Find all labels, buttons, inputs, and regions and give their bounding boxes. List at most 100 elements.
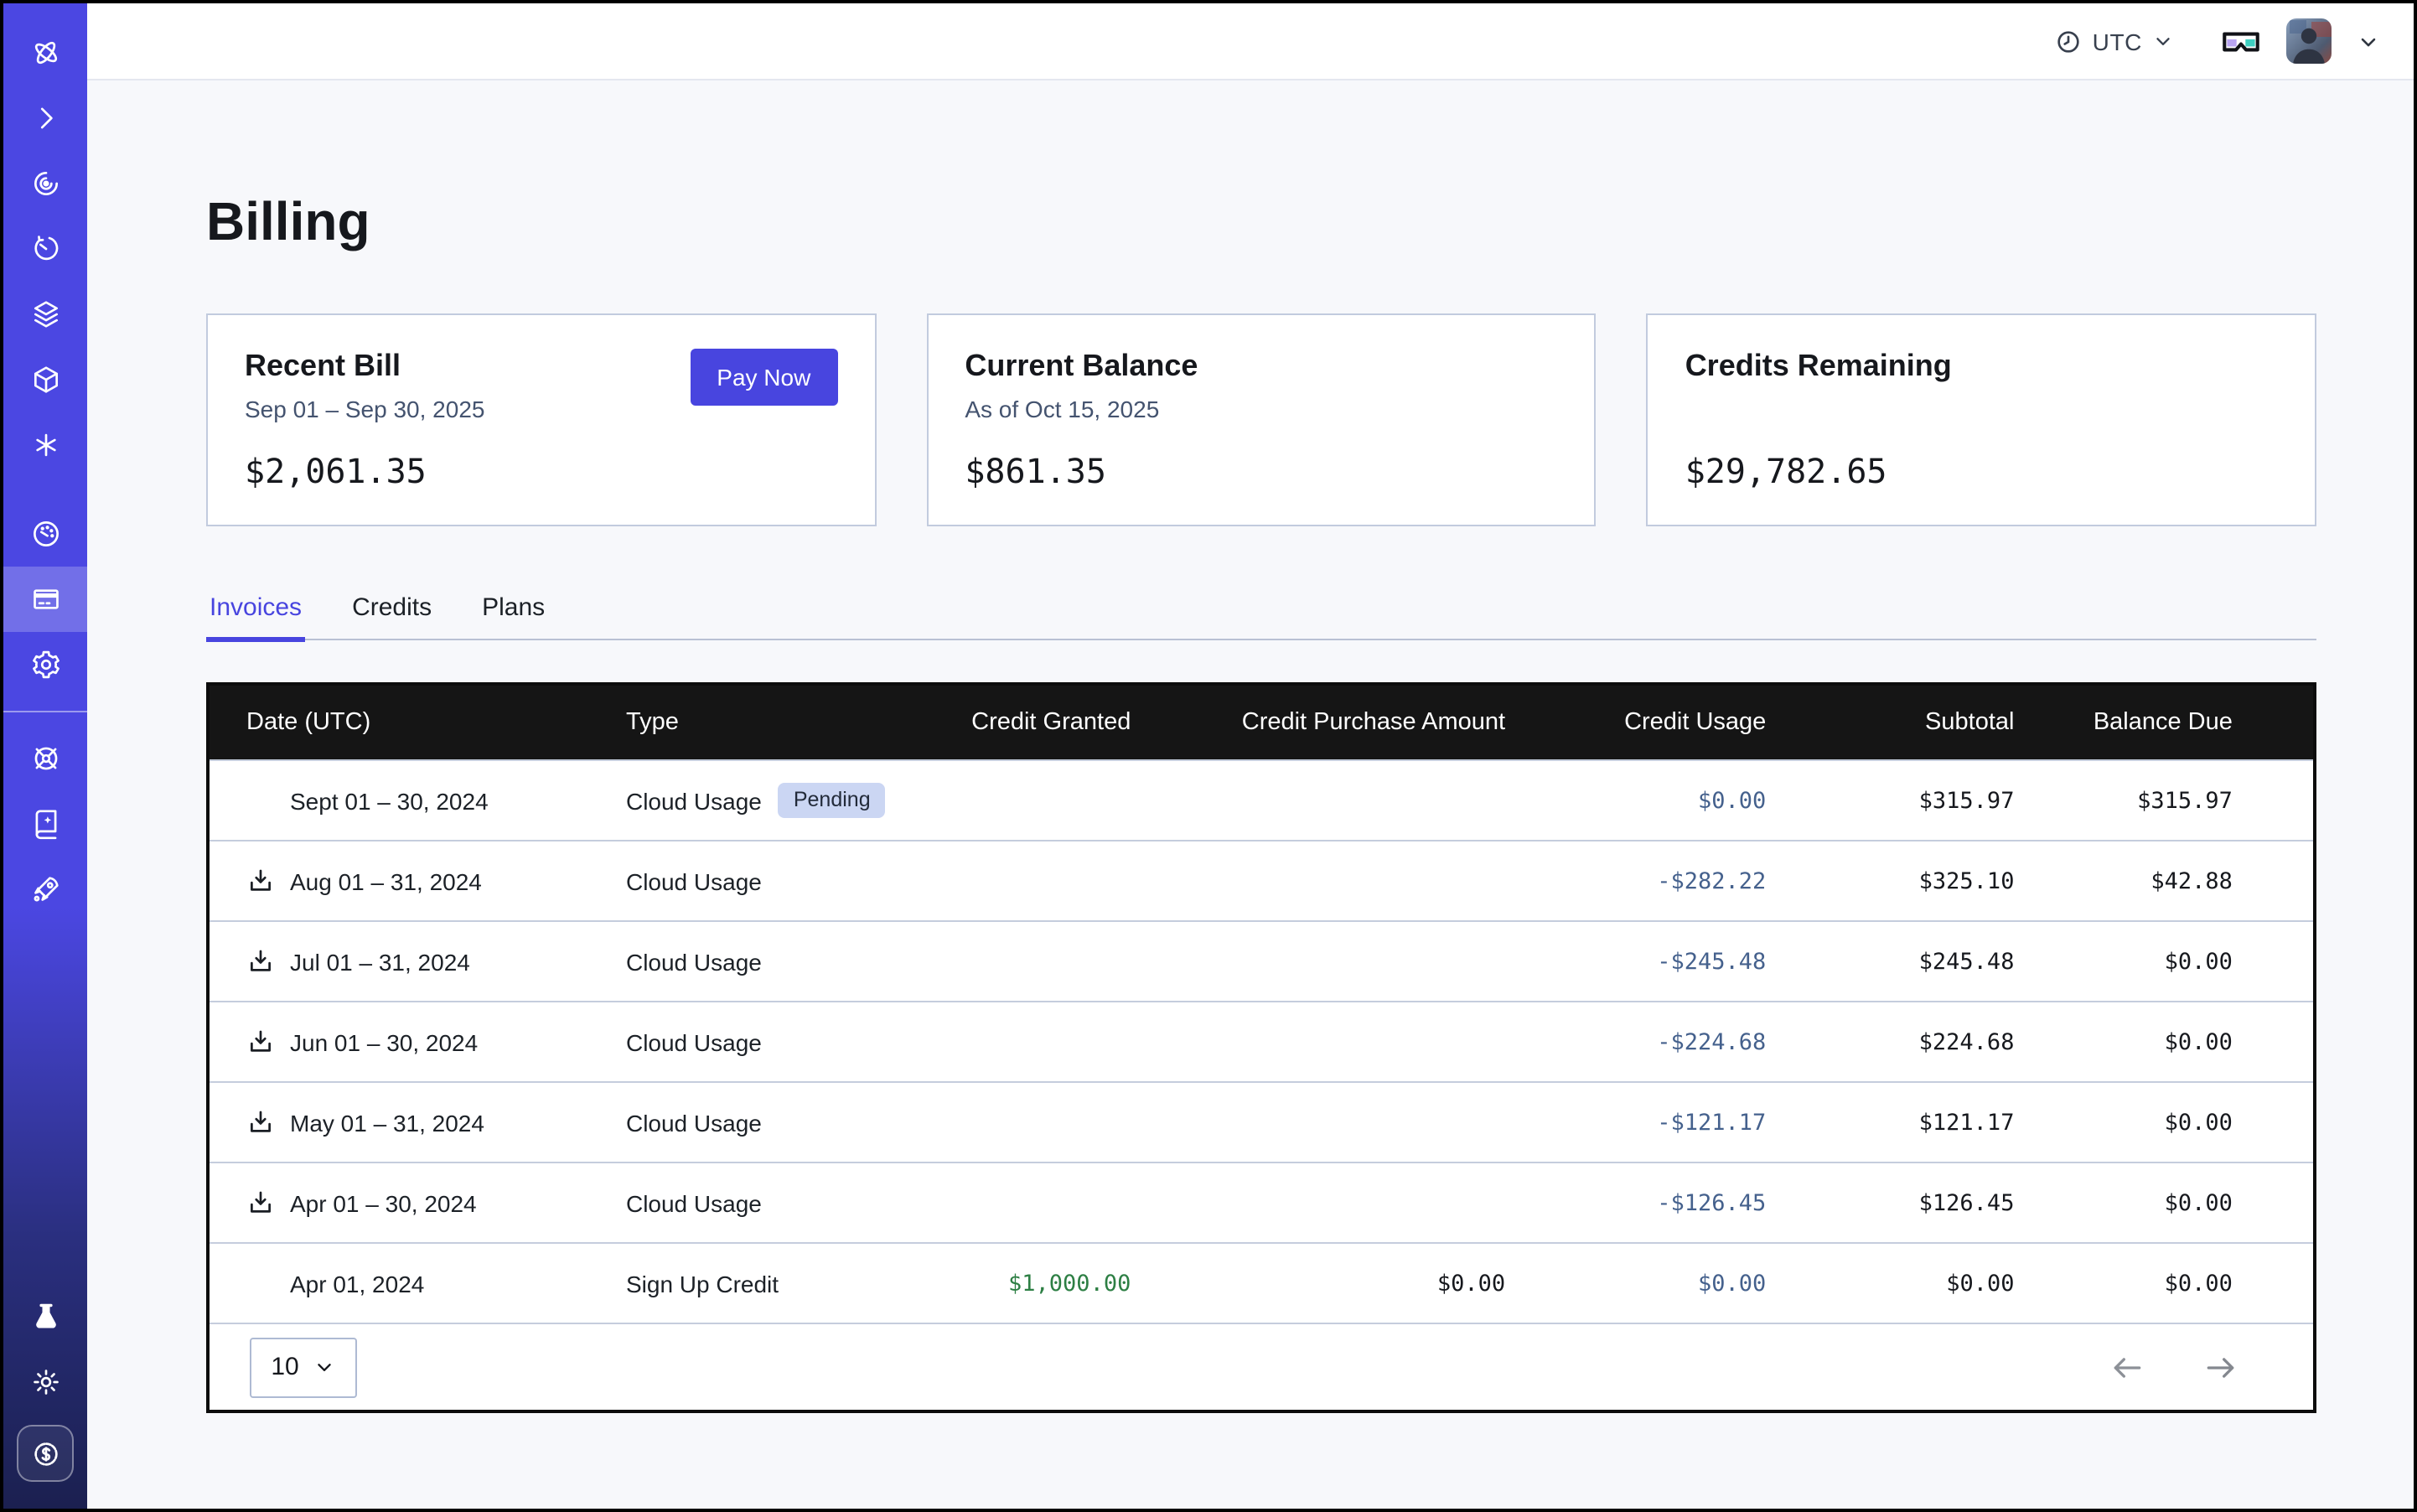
billing-tabs: Invoices Credits Plans xyxy=(206,593,2316,640)
table-row: Apr 01 – 30, 2024Cloud Usage-$126.45$126… xyxy=(210,1162,2313,1242)
sidebar-gap xyxy=(3,478,87,501)
sidebar-group xyxy=(3,726,87,922)
flask-icon xyxy=(29,1301,61,1333)
invoice-date: Jul 01 – 31, 2024 xyxy=(290,948,470,975)
sidebar-item-orbit-logo[interactable] xyxy=(3,20,87,85)
balance-due-value: $42.88 xyxy=(2014,867,2312,894)
dollar-badge-icon xyxy=(29,1437,61,1469)
sidebar-item-helm[interactable] xyxy=(3,726,87,791)
sidebar-item-flask[interactable] xyxy=(3,1284,87,1349)
timezone-label: UTC xyxy=(2093,28,2142,54)
sidebar xyxy=(3,3,87,1509)
subtotal-value: $245.48 xyxy=(1766,948,2014,975)
sidebar-item-sun[interactable] xyxy=(3,1349,87,1415)
sidebar-item-rocket[interactable] xyxy=(3,857,87,922)
invoice-date-cell: Jun 01 – 30, 2024 xyxy=(210,1028,626,1056)
chevron-down-icon xyxy=(2152,30,2174,52)
3d-glasses-icon[interactable] xyxy=(2221,26,2261,56)
helm-icon xyxy=(29,743,61,774)
avatar[interactable] xyxy=(2286,18,2332,64)
invoice-date: May 01 – 31, 2024 xyxy=(290,1109,484,1136)
invoice-type: Cloud Usage xyxy=(626,867,762,894)
tab-invoices[interactable]: Invoices xyxy=(206,593,305,639)
table-body: Sept 01 – 30, 2024Cloud UsagePending$0.0… xyxy=(210,759,2313,1323)
sidebar-item-book-sparkle[interactable] xyxy=(3,791,87,857)
invoice-date-cell: Apr 01, 2024 xyxy=(210,1270,626,1297)
column-header: Type xyxy=(626,709,963,736)
clock-icon xyxy=(2056,28,2083,54)
credit-usage-value: -$282.22 xyxy=(1505,867,1766,894)
credit-usage-value: -$121.17 xyxy=(1505,1109,1766,1136)
status-badge: Pending xyxy=(779,784,886,818)
sidebar-item-layers[interactable] xyxy=(3,282,87,347)
credit-usage-value: $0.00 xyxy=(1505,1270,1766,1297)
download-invoice-icon[interactable] xyxy=(246,947,290,976)
invoice-type-cell: Cloud Usage xyxy=(626,1028,963,1055)
credit-granted-value: $1,000.00 xyxy=(963,1270,1131,1297)
column-header: Date (UTC) xyxy=(210,709,626,736)
invoice-date-cell: Apr 01 – 30, 2024 xyxy=(210,1188,626,1217)
sidebar-item-dollar-badge[interactable] xyxy=(3,1415,87,1492)
invoice-type: Cloud Usage xyxy=(626,1109,762,1136)
gear-icon xyxy=(29,649,61,681)
download-invoice-icon[interactable] xyxy=(246,867,290,895)
sidebar-group xyxy=(3,20,87,478)
invoices-table: Date (UTC)TypeCredit GrantedCredit Purch… xyxy=(206,682,2316,1413)
sidebar-group xyxy=(3,1284,87,1492)
credit-usage-value: $0.00 xyxy=(1505,787,1766,814)
book-sparkle-icon xyxy=(29,808,61,840)
column-header: Credit Granted xyxy=(963,709,1131,736)
subtotal-value: $315.97 xyxy=(1766,787,2014,814)
table-row: Jul 01 – 31, 2024Cloud Usage-$245.48$245… xyxy=(210,920,2313,1001)
gauge-icon xyxy=(29,518,61,550)
download-invoice-icon[interactable] xyxy=(246,1188,290,1217)
invoice-type-cell: Cloud Usage xyxy=(626,1109,963,1136)
invoice-type-cell: Sign Up Credit xyxy=(626,1270,963,1297)
credit-purchase-value: $0.00 xyxy=(1131,1270,1505,1297)
timer-icon xyxy=(29,233,61,265)
download-invoice-icon[interactable] xyxy=(246,1028,290,1056)
rocket-icon xyxy=(29,873,61,905)
asterisk-icon xyxy=(29,429,61,461)
billing-summary-cards: Recent Bill Sep 01 – Sep 30, 2025 $2,061… xyxy=(206,313,2316,526)
column-header: Credit Usage xyxy=(1505,709,1766,736)
invoice-date-cell: Jul 01 – 31, 2024 xyxy=(210,947,626,976)
subtotal-value: $121.17 xyxy=(1766,1109,2014,1136)
page-size-select[interactable]: 10 xyxy=(250,1337,357,1397)
download-invoice-icon[interactable] xyxy=(246,1108,290,1137)
sidebar-item-spiral-eye[interactable] xyxy=(3,151,87,216)
subtotal-value: $325.10 xyxy=(1766,867,2014,894)
main-content: Billing Recent Bill Sep 01 – Sep 30, 202… xyxy=(87,80,2414,1509)
pagination-controls xyxy=(2109,1349,2239,1385)
table-row: Aug 01 – 31, 2024Cloud Usage-$282.22$325… xyxy=(210,840,2313,920)
column-header: Balance Due xyxy=(2014,709,2312,736)
column-header: Credit Purchase Amount xyxy=(1131,709,1505,736)
sidebar-item-timer[interactable] xyxy=(3,216,87,282)
sidebar-item-gauge[interactable] xyxy=(3,501,87,567)
balance-due-value: $315.97 xyxy=(2014,787,2312,814)
recent-bill-amount: $2,061.35 xyxy=(245,451,427,491)
timezone-dropdown[interactable]: UTC xyxy=(2056,28,2174,54)
left-arrow-icon[interactable] xyxy=(2109,1349,2145,1385)
subtotal-value: $126.45 xyxy=(1766,1189,2014,1216)
orbit-logo-icon xyxy=(29,37,61,69)
sidebar-spacer xyxy=(3,922,87,1284)
sidebar-item-credit-card[interactable] xyxy=(3,567,87,632)
current-balance-amount: $861.35 xyxy=(965,451,1106,491)
right-arrow-icon[interactable] xyxy=(2202,1349,2239,1385)
sidebar-item-cube[interactable] xyxy=(3,347,87,412)
credits-remaining-title: Credits Remaining xyxy=(1685,349,2278,384)
tab-plans[interactable]: Plans xyxy=(479,593,548,639)
invoice-type: Sign Up Credit xyxy=(626,1270,779,1297)
sidebar-item-chevron-right[interactable] xyxy=(3,85,87,151)
sidebar-item-asterisk[interactable] xyxy=(3,412,87,478)
pay-now-button[interactable]: Pay Now xyxy=(690,349,837,406)
account-menu-chevron-down-icon[interactable] xyxy=(2357,29,2380,53)
invoice-date: Apr 01, 2024 xyxy=(290,1270,424,1297)
tab-credits[interactable]: Credits xyxy=(349,593,435,639)
table-row: May 01 – 31, 2024 Cloud Usage -$121.17$121… xyxy=(210,1081,2313,1162)
balance-due-value: $0.00 xyxy=(2014,1028,2312,1055)
subtotal-value: $224.68 xyxy=(1766,1028,2014,1055)
credit-usage-value: -$126.45 xyxy=(1505,1189,1766,1216)
sidebar-item-gear[interactable] xyxy=(3,632,87,697)
